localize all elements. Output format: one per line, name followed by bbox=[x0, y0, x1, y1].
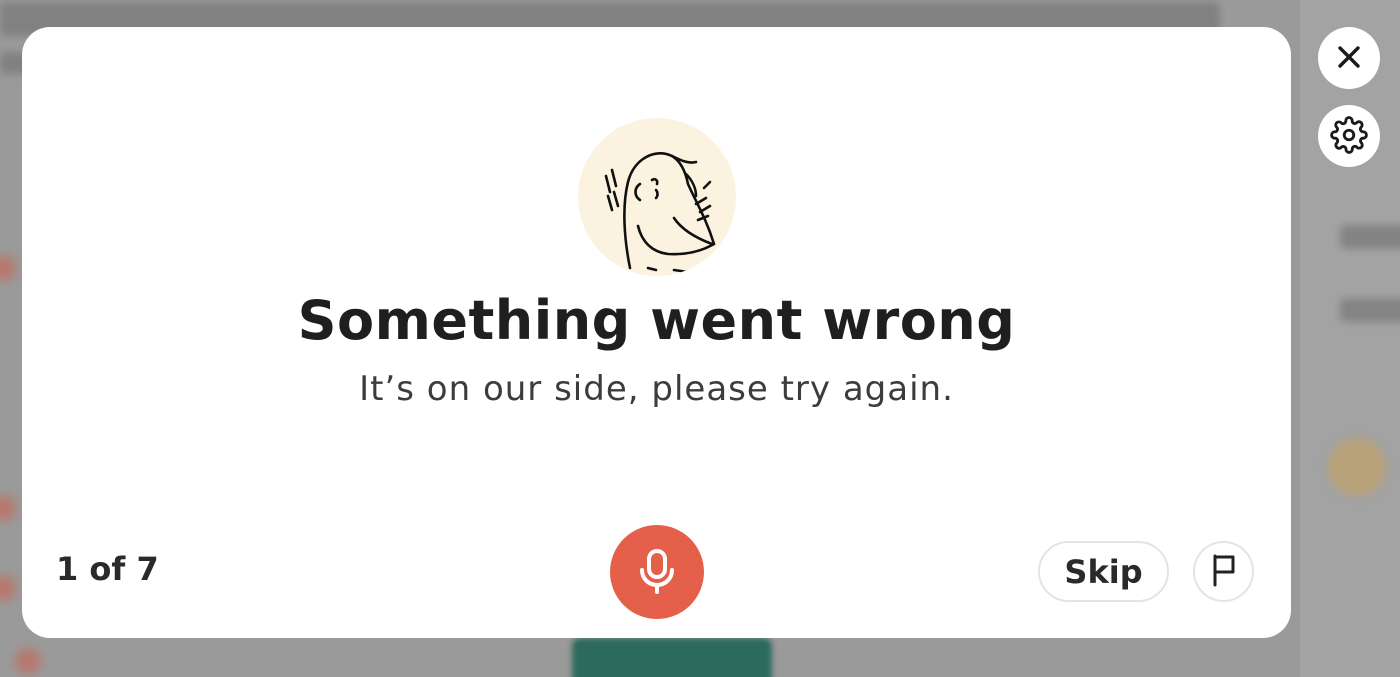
background-text-line bbox=[1340, 298, 1400, 322]
flag-icon bbox=[1209, 553, 1239, 590]
progress-indicator: 1 of 7 bbox=[56, 550, 159, 588]
error-dialog: Something went wrong It’s on our side, p… bbox=[22, 27, 1291, 638]
background-side-panel bbox=[1300, 0, 1400, 677]
report-button[interactable] bbox=[1193, 541, 1254, 602]
close-button[interactable] bbox=[1318, 27, 1380, 89]
background-blob bbox=[0, 575, 16, 601]
microphone-button[interactable] bbox=[610, 525, 704, 619]
microphone-icon bbox=[637, 548, 677, 597]
dialog-title: Something went wrong bbox=[297, 289, 1016, 352]
close-icon bbox=[1336, 44, 1362, 73]
background-blob bbox=[0, 255, 16, 281]
confused-bird-illustration bbox=[578, 118, 736, 276]
background-avatar bbox=[1328, 438, 1386, 496]
settings-button[interactable] bbox=[1318, 105, 1380, 167]
dialog-message: It’s on our side, please try again. bbox=[359, 369, 954, 409]
gear-icon bbox=[1330, 115, 1368, 157]
background-text-line bbox=[1340, 225, 1400, 249]
background-blob bbox=[15, 648, 41, 674]
background-blob bbox=[0, 495, 16, 521]
skip-button[interactable]: Skip bbox=[1038, 541, 1169, 602]
background-button bbox=[572, 638, 772, 677]
